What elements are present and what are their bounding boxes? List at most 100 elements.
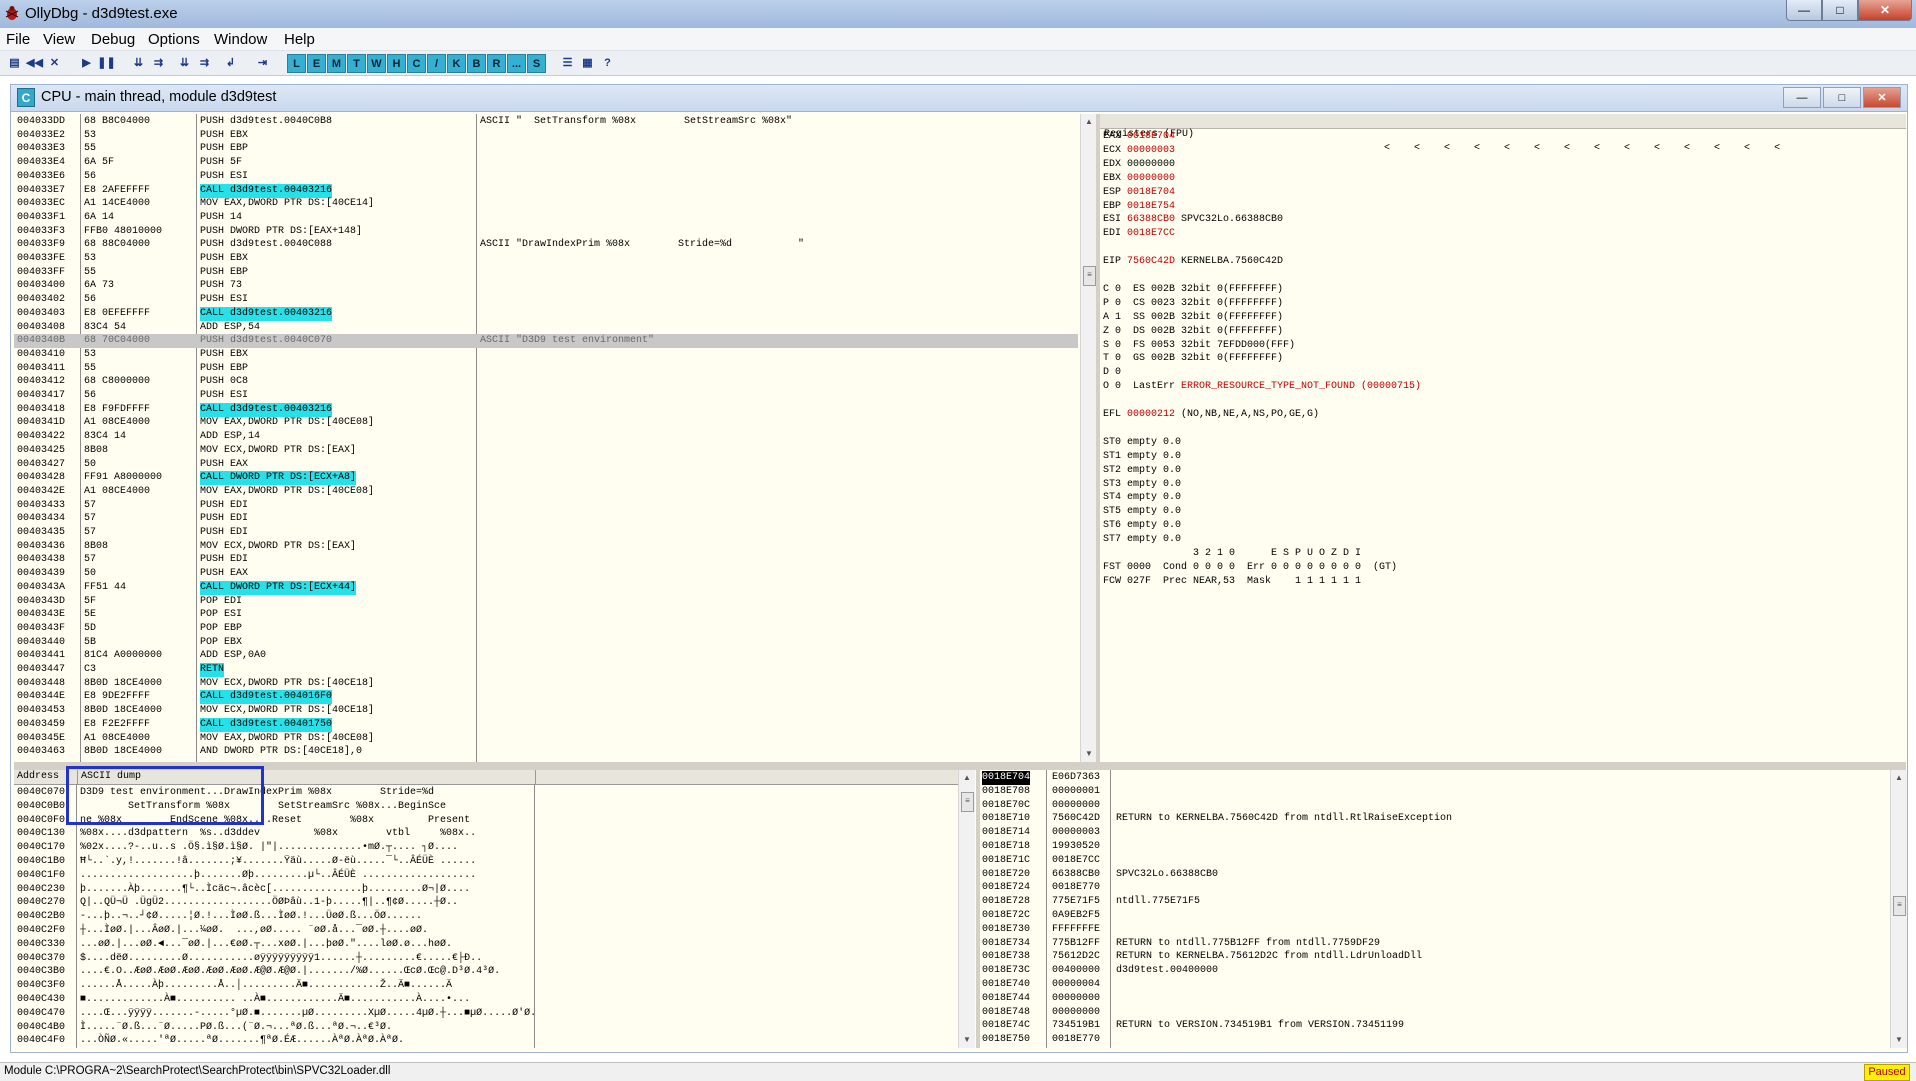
- register-line[interactable]: EBX 00000000: [1103, 172, 1903, 186]
- disasm-scrollbar[interactable]: ▲ ≡ ▼: [1080, 114, 1097, 762]
- register-line[interactable]: ESI 66388CB0 SPVC32Lo.66388CB0: [1103, 213, 1903, 227]
- disasm-row[interactable]: 00403427 50 PUSH EAX: [14, 458, 1078, 472]
- stack-row[interactable]: 0018E720 66388CB0 SPVC32Lo.66388CB0: [980, 868, 1880, 882]
- disasm-row[interactable]: 004033F1 6A 14 PUSH 14: [14, 211, 1078, 225]
- register-line[interactable]: [1103, 241, 1903, 255]
- disasm-row[interactable]: 004033FF 55 PUSH EBP: [14, 266, 1078, 280]
- menu-help[interactable]: Help: [284, 31, 315, 48]
- scroll-thumb[interactable]: ≡: [961, 792, 974, 812]
- stack-row[interactable]: 0018E750 0018E770: [980, 1033, 1880, 1047]
- register-line[interactable]: EBP 0018E754: [1103, 200, 1903, 214]
- disasm-row[interactable]: 004033E6 56 PUSH ESI: [14, 170, 1078, 184]
- stack-row[interactable]: 0018E748 00000000: [980, 1006, 1880, 1020]
- disasm-row[interactable]: 004033EC A1 14CE4000 MOV EAX,DWORD PTR DS:…: [14, 197, 1078, 211]
- stack-pane[interactable]: 0018E704 E06D7363 0018E708 00000001 0018E70C…: [980, 770, 1906, 1048]
- goto-icon[interactable]: ⇥: [254, 54, 271, 71]
- register-line[interactable]: Z 0 DS 002B 32bit 0(FFFFFFFF): [1103, 325, 1903, 339]
- help-button[interactable]: ?: [599, 54, 616, 71]
- toolbar-references-button[interactable]: R: [487, 54, 506, 73]
- disasm-row[interactable]: 00403436 8B08 MOV ECX,DWORD PTR DS:[EAX]: [14, 540, 1078, 554]
- stack-row[interactable]: 0018E718 19930520: [980, 840, 1880, 854]
- disasm-row[interactable]: 004033E3 55 PUSH EBP: [14, 142, 1078, 156]
- register-value[interactable]: 0018E704: [1127, 187, 1175, 198]
- register-line[interactable]: ESP 0018E704: [1103, 186, 1903, 200]
- dump-row[interactable]: 0040C2F0 ┼...ÌøØ.|...ÂøØ.|...¼øØ. ...,øØ.…: [14, 924, 954, 938]
- disasm-row[interactable]: 0040340B 68 70C04000 PUSH d3d9test.0040C07…: [14, 334, 1078, 349]
- toolbar-memory-button[interactable]: M: [327, 54, 346, 73]
- register-line[interactable]: ECX 00000003: [1103, 144, 1903, 158]
- register-line[interactable]: C 0 ES 002B 32bit 0(FFFFFFFF): [1103, 283, 1903, 297]
- disasm-row[interactable]: 00403438 57 PUSH EDI: [14, 553, 1078, 567]
- disasm-row[interactable]: 00403439 50 PUSH EAX: [14, 567, 1078, 581]
- close-button[interactable]: ✕: [1858, 0, 1912, 21]
- register-line[interactable]: ST4 empty 0.0: [1103, 491, 1903, 505]
- dump-row[interactable]: 0040C330 ...øØ.|...øØ.◄...¯øØ.|...€øØ.┬..…: [14, 938, 954, 952]
- scroll-thumb[interactable]: ≡: [1083, 266, 1096, 286]
- register-line[interactable]: D 0: [1103, 366, 1903, 380]
- disasm-row[interactable]: 004033F9 68 88C04000 PUSH d3d9test.0040C08…: [14, 238, 1078, 252]
- register-line[interactable]: EIP 7560C42D KERNELBA.7560C42D: [1103, 255, 1903, 269]
- register-line[interactable]: S 0 FS 0053 32bit 7EFDD000(FFF): [1103, 339, 1903, 353]
- scroll-up-arrow-icon[interactable]: ▲: [961, 772, 973, 784]
- dump-row[interactable]: 0040C1B0 Ħ└..`.y,!.......!â.......;¥.....…: [14, 855, 954, 869]
- list-icon[interactable]: ☰: [559, 54, 576, 71]
- scroll-up-arrow-icon[interactable]: ▲: [1083, 116, 1095, 128]
- registers-header[interactable]: Registers (FPU) < < < < < < < < < < < < …: [1100, 114, 1906, 154]
- stack-row[interactable]: 0018E708 00000001: [980, 785, 1880, 799]
- scroll-up-arrow-icon[interactable]: ▲: [1893, 772, 1905, 784]
- dump-row[interactable]: 0040C130 %08x....d3dpattern %s..d3ddev %0…: [14, 827, 954, 841]
- pause-icon[interactable]: ❚❚: [97, 54, 115, 71]
- register-line[interactable]: [1103, 422, 1903, 436]
- dump-row[interactable]: 0040C4F0 ...ÒÑØ.«.....'ªØ.....ªØ.......¶ª…: [14, 1034, 954, 1048]
- register-value[interactable]: 66388CB0: [1127, 214, 1175, 225]
- dump-row[interactable]: 0040C3B0 ....€.O..ÆøØ.ÆøØ.ÆøØ.ÆøØ.ÆøØ.Æ@Ø…: [14, 965, 954, 979]
- register-value[interactable]: 00000000: [1127, 159, 1175, 170]
- stack-row[interactable]: 0018E72C 0A9EB2F5: [980, 909, 1880, 923]
- toolbar-executables-button[interactable]: E: [307, 54, 326, 73]
- disasm-row[interactable]: 004033E7 E8 2AFEFFFF CALL d3d9test.0040321…: [14, 183, 1078, 198]
- disasm-row[interactable]: 00403433 57 PUSH EDI: [14, 499, 1078, 513]
- register-value[interactable]: ERROR_RESOURCE_TYPE_NOT_FOUND (00000715): [1181, 381, 1421, 392]
- register-line[interactable]: ST0 empty 0.0: [1103, 436, 1903, 450]
- toolbar-cpu-button[interactable]: C: [407, 54, 426, 73]
- disasm-row[interactable]: 00403402 56 PUSH ESI: [14, 293, 1078, 307]
- menu-options[interactable]: Options: [148, 31, 200, 48]
- disasm-row[interactable]: 00403412 68 C8000000 PUSH 0C8: [14, 375, 1078, 389]
- stack-scrollbar[interactable]: ▲ ≡ ▼: [1890, 770, 1907, 1048]
- scroll-down-arrow-icon[interactable]: ▼: [1893, 1034, 1905, 1046]
- trace-over-icon[interactable]: ⇉: [196, 54, 213, 71]
- close-icon[interactable]: ✕: [46, 54, 63, 71]
- disasm-row[interactable]: 0040343A FF51 44 CALL DWORD PTR DS:[ECX+44…: [14, 580, 1078, 595]
- disasm-row[interactable]: 00403410 53 PUSH EBX: [14, 348, 1078, 362]
- grid-icon[interactable]: ▦: [579, 54, 596, 71]
- dump-row[interactable]: 0040C3F0 ......Å.....Àþ.........Å..│.....…: [14, 979, 954, 993]
- disasm-row[interactable]: 0040345E A1 08CE4000 MOV EAX,DWORD PTR DS:…: [14, 732, 1078, 746]
- register-line[interactable]: ST5 empty 0.0: [1103, 505, 1903, 519]
- register-value[interactable]: 0018E754: [1127, 201, 1175, 212]
- dump-row[interactable]: 0040C430 ■.............À■.......... ..À■.…: [14, 993, 954, 1007]
- horizontal-splitter[interactable]: [14, 762, 1906, 770]
- dump-row[interactable]: 0040C370 $....dëØ.........Ø...........øÿÿ…: [14, 952, 954, 966]
- cpu-maximize-button[interactable]: □: [1823, 87, 1861, 108]
- register-line[interactable]: ST1 empty 0.0: [1103, 450, 1903, 464]
- disassembly-pane[interactable]: 004033DD 68 B8C04000 PUSH d3d9test.0040C0B…: [14, 114, 1078, 762]
- disasm-row[interactable]: 00403408 83C4 54 ADD ESP,54: [14, 321, 1078, 335]
- disasm-row[interactable]: 00403434 57 PUSH EDI: [14, 512, 1078, 526]
- toolbar-log-button[interactable]: L: [287, 54, 306, 73]
- disasm-row[interactable]: 00403411 55 PUSH EBP: [14, 362, 1078, 376]
- disasm-row[interactable]: 00403459 E8 F2E2FFFF CALL d3d9test.0040175…: [14, 717, 1078, 732]
- register-line[interactable]: ST7 empty 0.0: [1103, 533, 1903, 547]
- disasm-row[interactable]: 00403448 8B0D 18CE4000 MOV ECX,DWORD PTR D…: [14, 677, 1078, 691]
- register-line[interactable]: O 0 LastErr ERROR_RESOURCE_TYPE_NOT_FOUN…: [1103, 380, 1903, 394]
- disasm-row[interactable]: 00403403 E8 0EFEFFFF CALL d3d9test.0040321…: [14, 306, 1078, 321]
- toolbar-runtrace-button[interactable]: ...: [507, 54, 526, 73]
- stack-row[interactable]: 0018E74C 734519B1 RETURN to VERSION.734519…: [980, 1019, 1880, 1033]
- disasm-row[interactable]: 004033E2 53 PUSH EBX: [14, 129, 1078, 143]
- stack-row[interactable]: 0018E70C 00000000: [980, 799, 1880, 813]
- toolbar-patches-button[interactable]: /: [427, 54, 446, 73]
- register-value[interactable]: 7560C42D: [1127, 256, 1175, 267]
- disasm-row[interactable]: 004033DD 68 B8C04000 PUSH d3d9test.0040C0B…: [14, 115, 1078, 129]
- open-icon[interactable]: ▤: [6, 54, 23, 71]
- dump-row[interactable]: 0040C4B0 Ì.....¨Ø.ß...¨Ø.....PØ.ß...(¨Ø.¬…: [14, 1021, 954, 1035]
- dump-row[interactable]: 0040C1F0 ...................þ.......Øþ...…: [14, 869, 954, 883]
